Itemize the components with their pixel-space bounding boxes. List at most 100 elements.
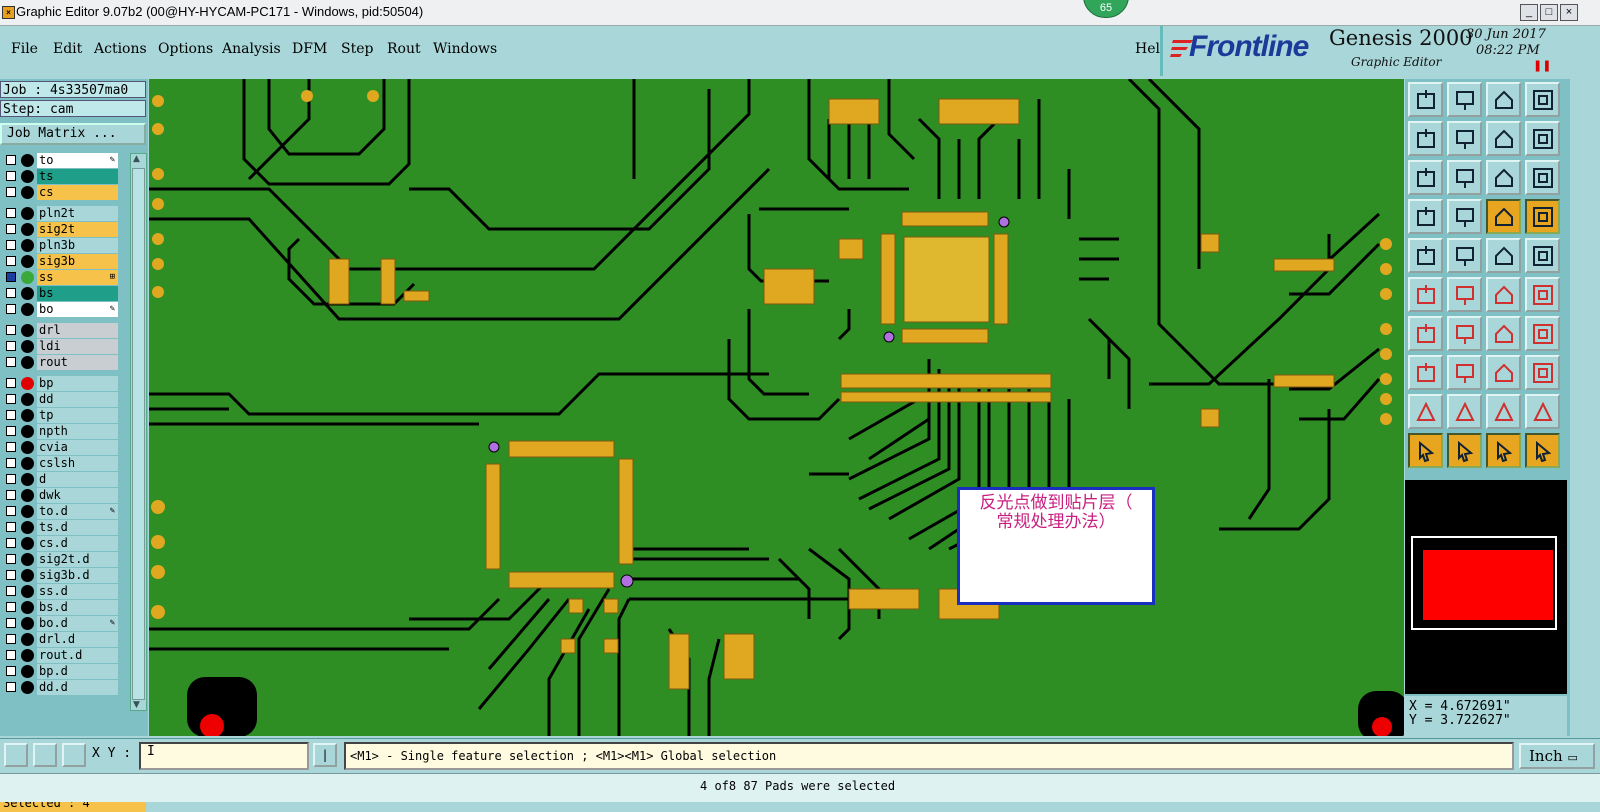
snap-center-button[interactable] [1525,199,1560,234]
zoom-window-button[interactable] [1525,82,1560,117]
help-button[interactable] [1525,160,1560,195]
layer-name[interactable]: bo.d ✎ [37,616,118,631]
menu-actions[interactable]: Actions [94,41,147,57]
menu-windows[interactable]: Windows [433,41,497,57]
layer-name[interactable]: pln3b [37,238,118,253]
layer-checkbox[interactable] [6,272,16,282]
layer-row[interactable]: npth [2,424,120,439]
job-matrix-button[interactable]: Job Matrix ... [0,123,146,145]
home-button[interactable] [1486,82,1521,117]
move-button[interactable] [1486,277,1521,312]
layer-row[interactable]: ldi [2,339,120,354]
triangle-arc-button[interactable] [1486,394,1521,429]
layer-row[interactable]: cs.d [2,536,120,551]
undo-zoom-button[interactable] [1486,121,1521,156]
layer-row[interactable]: ss ⊞ [2,270,120,285]
layer-name[interactable]: cs.d [37,536,118,551]
pause-icon[interactable]: ❚❚ [1533,59,1551,72]
menu-rout[interactable]: Rout [387,41,421,57]
layer-row[interactable]: to ✎ [2,153,120,168]
layer-row[interactable]: bp.d [2,664,120,679]
delete-button[interactable] [1447,277,1482,312]
layer-checkbox[interactable] [6,538,16,548]
layer-checkbox[interactable] [6,634,16,644]
layer-checkbox[interactable] [6,602,16,612]
layer-checkbox[interactable] [6,394,16,404]
layer-checkbox[interactable] [6,187,16,197]
layer-name[interactable]: npth [37,424,118,439]
layer-row[interactable]: drl [2,323,120,338]
center-button[interactable] [1447,160,1482,195]
scroll-up-icon[interactable]: ▲ [133,154,140,164]
layer-name[interactable]: ldi [37,339,118,354]
layer-name[interactable]: ss.d [37,584,118,599]
layer-name[interactable]: bp [37,376,118,391]
menu-dfm[interactable]: DFM [292,41,327,57]
layer-name[interactable]: sig3b [37,254,118,269]
layer-row[interactable]: drl.d [2,632,120,647]
layer-name[interactable]: sig2t [37,222,118,237]
xy-input[interactable]: I [139,742,309,770]
vertical-scrollbar[interactable] [1570,79,1600,736]
layer-row[interactable]: sig2t.d [2,552,120,567]
add-pad-button[interactable] [1408,238,1443,273]
layer-name[interactable]: rout.d [37,648,118,663]
triangle-button[interactable] [1408,394,1443,429]
triangle-split-button[interactable] [1525,394,1560,429]
layer-checkbox[interactable] [6,288,16,298]
layer-checkbox[interactable] [6,224,16,234]
scroll-thumb[interactable] [132,168,145,700]
menu-options[interactable]: Options [158,41,213,57]
layer-checkbox[interactable] [6,666,16,676]
notification-badge[interactable]: 65 [1083,0,1129,18]
layer-name[interactable]: to.d ✎ [37,504,118,519]
layer-checkbox[interactable] [6,682,16,692]
zoom-in-button[interactable] [1447,82,1482,117]
cursor-settings-button[interactable] [1408,199,1443,234]
layer-name[interactable]: drl.d [37,632,118,647]
layer-checkbox[interactable] [6,570,16,580]
layer-checkbox[interactable] [6,474,16,484]
measure-angle-icon[interactable] [33,743,57,767]
fit-button[interactable] [1408,160,1443,195]
layer-list-scrollbar[interactable]: ▲ ▼ [130,153,147,711]
edit-pencil-icon[interactable] [4,743,28,767]
layer-checkbox[interactable] [6,442,16,452]
layer-row[interactable]: to.d ✎ [2,504,120,519]
menu-step[interactable]: Step [341,41,373,57]
layer-name[interactable]: to ✎ [37,153,118,168]
resize-button[interactable] [1486,355,1521,390]
layer-row[interactable]: bs [2,286,120,301]
layer-row[interactable]: cs [2,185,120,200]
arc-button[interactable] [1486,316,1521,351]
layer-row[interactable]: dd.d [2,680,120,695]
layer-row[interactable]: bo.d ✎ [2,616,120,631]
xy-toggle-button[interactable]: | [313,743,337,767]
layer-name[interactable]: ss ⊞ [37,270,118,285]
layer-name[interactable]: tp [37,408,118,423]
layer-checkbox[interactable] [6,522,16,532]
slant-line-button[interactable] [1447,316,1482,351]
layer-name[interactable]: sig3b.d [37,568,118,583]
layer-checkbox[interactable] [6,341,16,351]
redraw-button[interactable] [1525,121,1560,156]
add-surface-button[interactable] [1525,238,1560,273]
layer-name[interactable]: bs.d [37,600,118,615]
layer-checkbox[interactable] [6,256,16,266]
select-arc-button[interactable] [1486,433,1521,468]
connect-button[interactable] [1408,277,1443,312]
layer-row[interactable]: bp [2,376,120,391]
layer-row[interactable]: sig3b.d [2,568,120,583]
select-route-button[interactable] [1525,433,1560,468]
layer-row[interactable]: cslsh [2,456,120,471]
pan-right-button[interactable] [1447,121,1482,156]
layer-checkbox[interactable] [6,554,16,564]
layer-name[interactable]: pln2t [37,206,118,221]
select-button[interactable] [1408,433,1443,468]
layer-name[interactable]: ts [37,169,118,184]
units-selector[interactable]: Inch ▭ [1519,743,1595,769]
layer-checkbox[interactable] [6,325,16,335]
layer-row[interactable]: dd [2,392,120,407]
snap-grid-icon[interactable] [62,743,86,767]
triangle-dashed-button[interactable] [1447,394,1482,429]
